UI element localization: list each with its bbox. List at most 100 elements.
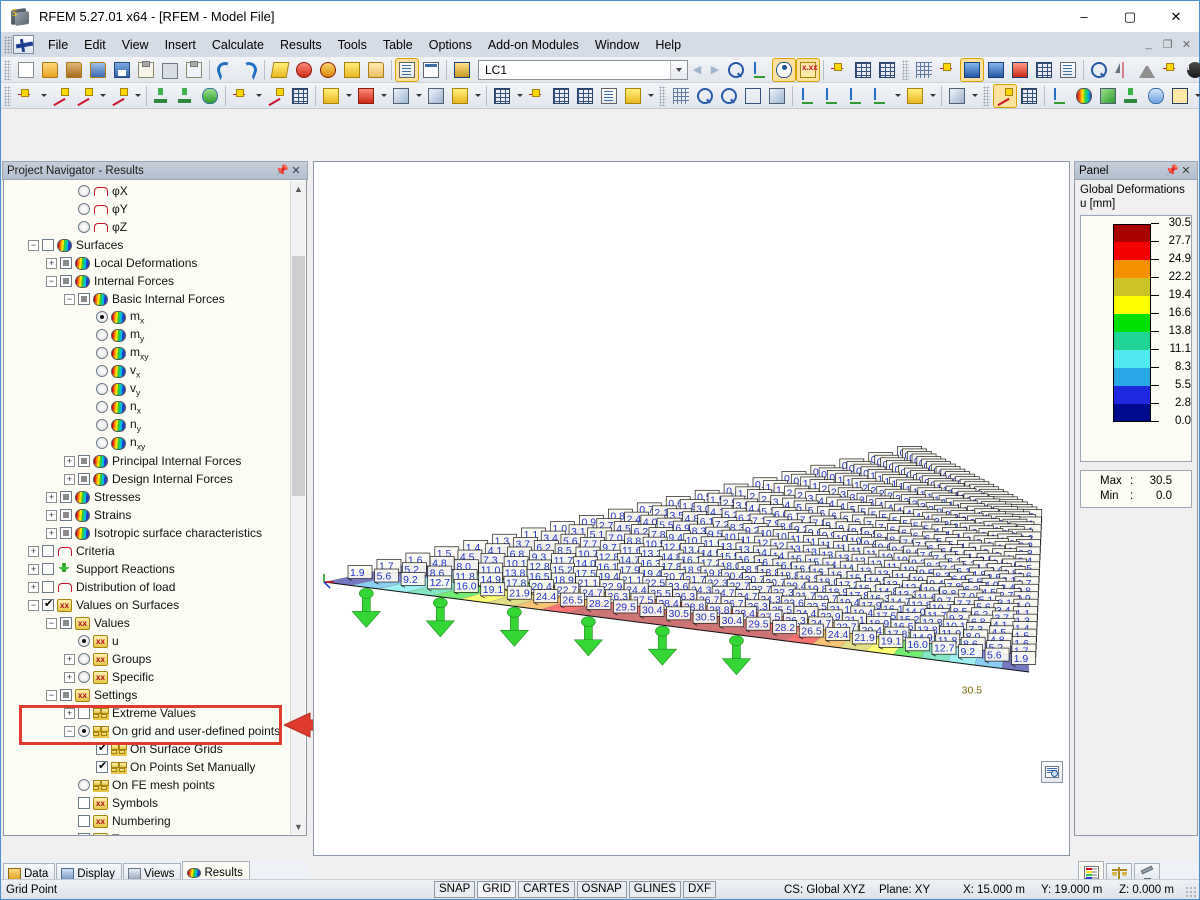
maximize-button[interactable]: ▢ bbox=[1107, 1, 1153, 32]
grid-values-dropdown[interactable] bbox=[1192, 85, 1200, 107]
snap-cross-button[interactable] bbox=[1160, 59, 1182, 81]
radio-button[interactable] bbox=[78, 635, 90, 647]
model-render-area[interactable]: 0.00.00.10.10.10.10.20.20.20.20.20.20.20… bbox=[314, 162, 1069, 855]
results-diagram-button[interactable] bbox=[993, 83, 1017, 108]
close-icon[interactable]: ✕ bbox=[1179, 164, 1193, 178]
tree-item-isotropic-surface-characteristics[interactable]: + Isotropic surface characteristics bbox=[4, 524, 294, 542]
show-results-button[interactable] bbox=[725, 59, 747, 81]
radio-button[interactable] bbox=[96, 419, 108, 431]
tree-item-stresses[interactable]: + Stresses bbox=[4, 488, 294, 506]
results-solid-button[interactable] bbox=[1097, 85, 1119, 107]
redo-button[interactable] bbox=[238, 59, 260, 81]
navigator-tree-panel[interactable]: φX φY φZ − Surfaces + Local Deformations − Inter… bbox=[3, 180, 307, 836]
tree-item-nxy[interactable]: nxy bbox=[4, 434, 294, 452]
grid-button[interactable] bbox=[1033, 59, 1055, 81]
checkbox[interactable] bbox=[78, 833, 90, 835]
tree-item-transparent[interactable]: Transparent bbox=[4, 830, 294, 835]
measure-button[interactable] bbox=[1088, 59, 1110, 81]
expand-icon[interactable]: + bbox=[46, 491, 57, 503]
checkbox[interactable] bbox=[42, 239, 54, 251]
clipping-dropdown[interactable] bbox=[969, 85, 980, 107]
new-imperfection-button[interactable] bbox=[622, 85, 644, 107]
collapse-icon[interactable]: − bbox=[28, 599, 39, 611]
tree-item-on-surface-grids[interactable]: On Surface Grids bbox=[4, 740, 294, 758]
status-flag-glines[interactable]: GLINES bbox=[628, 881, 681, 898]
menu-item-tools[interactable]: Tools bbox=[330, 35, 375, 55]
toolbar-grip-handle[interactable] bbox=[659, 85, 666, 106]
symmetry-button[interactable] bbox=[1136, 59, 1158, 81]
menu-item-view[interactable]: View bbox=[114, 35, 157, 55]
render-mode-button[interactable] bbox=[904, 85, 926, 107]
save-as-button[interactable] bbox=[135, 59, 157, 81]
new-surface-copy-button[interactable] bbox=[449, 85, 471, 107]
new-line-support-dropdown[interactable] bbox=[253, 85, 264, 107]
checkbox[interactable] bbox=[96, 759, 108, 773]
new-load-dropdown[interactable] bbox=[514, 85, 525, 107]
new-line-dim-button[interactable] bbox=[74, 85, 96, 107]
clipping-button[interactable] bbox=[946, 85, 968, 107]
support-reactions-button[interactable] bbox=[1121, 85, 1143, 107]
new-file-button[interactable] bbox=[15, 59, 37, 81]
mesh-button[interactable] bbox=[913, 59, 935, 81]
grid-values-button[interactable] bbox=[1169, 85, 1191, 107]
new-nodal-load-button[interactable] bbox=[526, 85, 548, 107]
fe-mesh-button[interactable] bbox=[937, 59, 959, 81]
tree-item-vy[interactable]: vy bbox=[4, 380, 294, 398]
menu-item-edit[interactable]: Edit bbox=[76, 35, 114, 55]
collapse-icon[interactable]: − bbox=[46, 617, 57, 629]
checkbox[interactable] bbox=[42, 563, 54, 575]
radio-button[interactable] bbox=[78, 185, 90, 197]
zoom-out-button[interactable] bbox=[718, 85, 740, 107]
radio-button[interactable] bbox=[78, 671, 90, 683]
result-values-button[interactable] bbox=[749, 59, 771, 81]
tree-item-phix[interactable]: φX bbox=[4, 182, 294, 200]
tree-item-internal-forces[interactable]: − Internal Forces bbox=[4, 272, 294, 290]
toolbar-grip-handle[interactable] bbox=[983, 85, 990, 106]
tree-item-nx[interactable]: nx bbox=[4, 398, 294, 416]
minimize-button[interactable]: – bbox=[1061, 1, 1107, 32]
menu-item-help[interactable]: Help bbox=[647, 35, 689, 55]
new-imperfection-dropdown[interactable] bbox=[645, 85, 656, 107]
tree-item-principal-internal-forces[interactable]: + Principal Internal Forces bbox=[4, 452, 294, 470]
view-x-button[interactable] bbox=[797, 85, 819, 107]
checkbox[interactable] bbox=[42, 597, 54, 611]
render-surfaces-button[interactable] bbox=[960, 57, 984, 82]
mirror-button[interactable] bbox=[1112, 59, 1134, 81]
checkbox[interactable] bbox=[60, 275, 72, 287]
toolbar-grip-handle[interactable] bbox=[4, 59, 11, 80]
collapse-icon[interactable]: − bbox=[64, 725, 75, 737]
menu-item-options[interactable]: Options bbox=[421, 35, 480, 55]
calculate-all-button[interactable] bbox=[317, 59, 339, 81]
new-cross-section-button[interactable] bbox=[390, 85, 412, 107]
new-surface-copy-dropdown[interactable] bbox=[472, 85, 483, 107]
render-model-button[interactable] bbox=[269, 59, 291, 81]
radio-button[interactable] bbox=[78, 725, 90, 737]
table-grid-button[interactable] bbox=[420, 59, 442, 81]
model-view-canvas[interactable]: 0.00.00.10.10.10.10.20.20.20.20.20.20.20… bbox=[313, 161, 1070, 856]
new-nodal-support-button[interactable] bbox=[175, 85, 197, 107]
zoom-window-button[interactable] bbox=[670, 85, 692, 107]
animate-button[interactable] bbox=[828, 59, 850, 81]
checkbox[interactable] bbox=[60, 509, 72, 521]
resize-grip[interactable] bbox=[1185, 886, 1197, 898]
checkbox[interactable] bbox=[42, 545, 54, 557]
tree-item-specific[interactable]: + Specific bbox=[4, 668, 294, 686]
open-window-button[interactable] bbox=[365, 59, 387, 81]
results-axis-button[interactable] bbox=[1049, 85, 1071, 107]
load-case-combobox[interactable]: LC1 bbox=[478, 59, 688, 80]
checkbox[interactable] bbox=[60, 491, 72, 503]
open-file-button[interactable] bbox=[39, 59, 61, 81]
tree-item-symbols[interactable]: Symbols bbox=[4, 794, 294, 812]
tree-item-u[interactable]: u bbox=[4, 632, 294, 650]
tree-item-numbering[interactable]: Numbering bbox=[4, 812, 294, 830]
view-minus-x-button[interactable] bbox=[869, 85, 891, 107]
menu-item-file[interactable]: File bbox=[40, 35, 76, 55]
checkbox[interactable] bbox=[42, 581, 54, 593]
expand-icon[interactable]: + bbox=[46, 527, 57, 539]
perspective-button[interactable] bbox=[766, 85, 788, 107]
collapse-icon[interactable]: − bbox=[28, 239, 39, 251]
expand-icon[interactable]: + bbox=[64, 671, 75, 683]
tree-item-settings[interactable]: − Settings bbox=[4, 686, 294, 704]
new-selection-button[interactable] bbox=[289, 85, 311, 107]
print-preview-button[interactable] bbox=[183, 59, 205, 81]
